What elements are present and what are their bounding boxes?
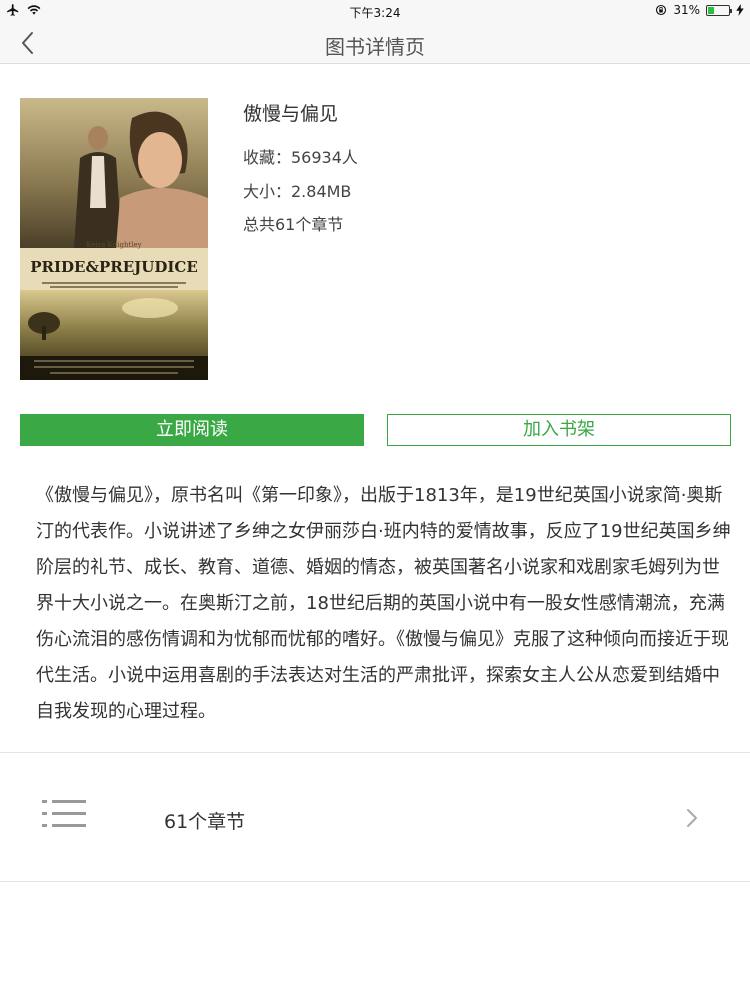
chapters-label: 61个章节	[164, 811, 246, 833]
battery-icon	[706, 4, 732, 16]
nav-bar: 图书详情页	[0, 22, 750, 64]
status-time: 下午3:24	[349, 6, 401, 20]
book-title: 傲慢与偏见	[243, 103, 339, 125]
status-right: 31%	[655, 3, 744, 17]
chevron-right-icon	[687, 809, 697, 827]
rotation-lock-icon	[656, 4, 667, 16]
book-chapters-total: 总共61个章节	[243, 215, 344, 234]
battery-fill	[708, 6, 714, 14]
cover-title: PRIDE&PREJUDICE	[30, 258, 198, 276]
read-now-button[interactable]: 立即阅读	[20, 414, 364, 446]
book-description: 《傲慢与偏见》，原书名叫《第一印象》，出版于1813年，是19世纪英国小说家简·…	[36, 485, 731, 722]
charging-icon	[736, 4, 744, 16]
add-to-shelf-button[interactable]: 加入书架	[387, 414, 731, 446]
status-bar: 下午3:24 31%	[0, 0, 750, 22]
battery-percent: 31%	[673, 3, 700, 17]
cover-actor: Keira Knightley	[86, 241, 141, 249]
divider	[0, 881, 750, 882]
page-title: 图书详情页	[325, 35, 425, 59]
chapters-row[interactable]: 61个章节	[0, 753, 750, 881]
book-size: 大小：2.84MB	[243, 182, 352, 201]
book-cover: Keira Knightley PRIDE&PREJUDICE	[20, 98, 208, 380]
list-icon	[42, 800, 86, 827]
book-favorites: 收藏：56934人	[243, 148, 358, 167]
cover-art: Keira Knightley PRIDE&PREJUDICE	[20, 98, 208, 380]
